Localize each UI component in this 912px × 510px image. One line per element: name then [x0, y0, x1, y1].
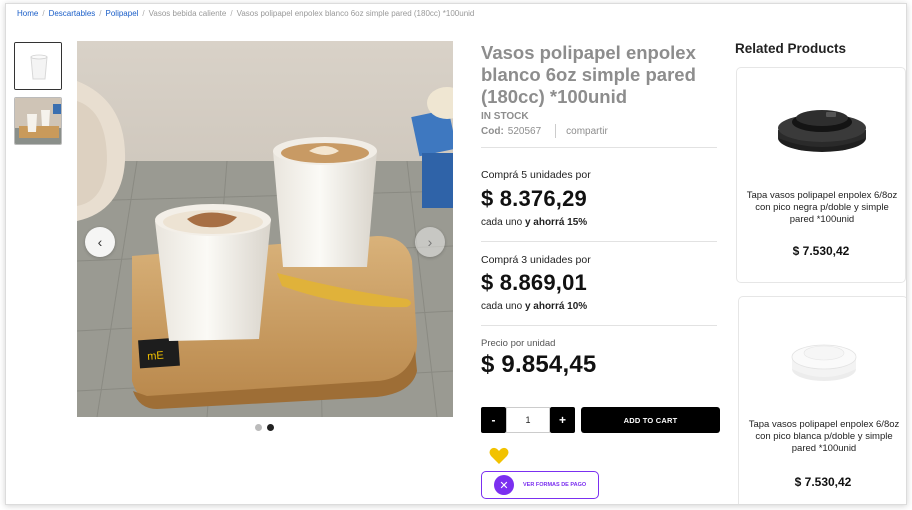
- unit-price: $ 9.854,45: [481, 351, 597, 378]
- promo-label: Comprá 5 unidades por: [481, 169, 591, 181]
- breadcrumb-vasos-bebida-caliente[interactable]: Vasos bebida caliente: [149, 9, 227, 18]
- promo-savings: cada uno y ahorrá 15%: [481, 217, 587, 228]
- main-product-image: mE ‹ ›: [77, 41, 453, 417]
- quantity-input[interactable]: [506, 407, 550, 433]
- promo-price: $ 8.376,29: [481, 186, 587, 211]
- svg-text:mE: mE: [147, 350, 164, 363]
- black-lid-image: [778, 110, 866, 152]
- promo-savings: cada uno y ahorrá 10%: [481, 301, 587, 312]
- promo-label: Comprá 3 unidades por: [481, 254, 591, 266]
- white-lid-image: [791, 344, 857, 381]
- product-code: 520567: [507, 125, 542, 137]
- related-product-price: $ 7.530,42: [792, 244, 850, 258]
- promo-price: $ 8.869,01: [481, 270, 587, 295]
- thumbnail-lifestyle[interactable]: [14, 97, 62, 145]
- cups-lifestyle-photo: mE: [77, 41, 453, 417]
- breadcrumb-separator: /: [142, 9, 145, 18]
- add-to-cart-button[interactable]: ADD TO CART: [581, 407, 720, 433]
- product-code-row: Cod: 520567 compartir: [481, 124, 608, 138]
- carousel-prev-button[interactable]: ‹: [85, 227, 115, 257]
- related-product-card[interactable]: Tapa vasos polipapel enpolex 6/8oz con p…: [736, 67, 906, 283]
- page-frame: Home / Descartables / Polipapel / Vasos …: [5, 3, 907, 505]
- promo-savings-prefix: cada uno: [481, 217, 523, 228]
- quantity-increase-button[interactable]: +: [550, 407, 575, 433]
- product-title: Vasos polipapel enpolex blanco 6oz simpl…: [481, 42, 696, 107]
- thumbnail-product[interactable]: [14, 42, 62, 90]
- payment-methods-button[interactable]: ✕ VER FORMAS DE PAGO: [481, 471, 599, 499]
- unit-price-label: Precio por unidad: [481, 338, 556, 349]
- carousel-dot[interactable]: [255, 424, 262, 431]
- divider: [481, 147, 717, 148]
- code-label: Cod:: [481, 125, 504, 137]
- divider: [555, 124, 557, 138]
- breadcrumb-separator: /: [42, 9, 45, 18]
- payment-logo-icon: ✕: [494, 475, 514, 495]
- heart-icon[interactable]: [489, 447, 509, 465]
- related-products-title: Related Products: [735, 41, 847, 56]
- carousel-next-button[interactable]: ›: [415, 227, 445, 257]
- stock-status: IN STOCK: [481, 111, 529, 122]
- breadcrumb-descartables[interactable]: Descartables: [49, 9, 96, 18]
- related-product-price: $ 7.530,42: [794, 475, 852, 489]
- related-product-name[interactable]: Tapa vasos polipapel enpolex 6/8oz con p…: [747, 419, 901, 455]
- breadcrumb-polipapel[interactable]: Polipapel: [106, 9, 139, 18]
- cups-lifestyle-thumbnail-image: [15, 98, 61, 144]
- related-product-name[interactable]: Tapa vasos polipapel enpolex 6/8oz con p…: [745, 190, 899, 226]
- promo-savings-amount: y ahorrá 15%: [524, 217, 588, 228]
- divider: [481, 325, 717, 326]
- chevron-right-icon: ›: [427, 234, 433, 250]
- breadcrumb-separator: /: [99, 9, 102, 18]
- breadcrumb-separator: /: [230, 9, 233, 18]
- breadcrumb-current: Vasos polipapel enpolex blanco 6oz simpl…: [236, 9, 475, 18]
- breadcrumb: Home / Descartables / Polipapel / Vasos …: [17, 9, 474, 18]
- chevron-left-icon: ‹: [97, 234, 103, 250]
- promo-savings-prefix: cada uno: [481, 301, 523, 312]
- quantity-decrease-button[interactable]: -: [481, 407, 506, 433]
- payment-methods-label: VER FORMAS DE PAGO: [523, 482, 587, 488]
- carousel-dots: [255, 424, 274, 431]
- divider: [481, 241, 717, 242]
- share-link[interactable]: compartir: [566, 126, 608, 137]
- promo-savings-amount: y ahorrá 10%: [524, 301, 588, 312]
- related-product-card[interactable]: Tapa vasos polipapel enpolex 6/8oz con p…: [738, 296, 906, 504]
- carousel-dot-active[interactable]: [267, 424, 274, 431]
- breadcrumb-home[interactable]: Home: [17, 9, 38, 18]
- cup-product-thumbnail-image: [15, 43, 61, 89]
